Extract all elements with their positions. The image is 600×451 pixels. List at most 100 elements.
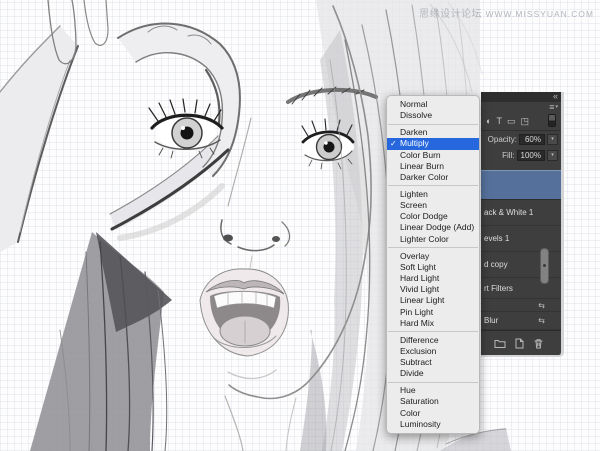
fill-value[interactable]: 100% [517,150,545,161]
fill-row: Fill: 100% ▾ [481,147,561,163]
menu-item-multiply[interactable]: ✓Multiply [387,138,479,149]
panel-menu-arrow-icon: ▾ [555,103,558,111]
delete-layer-icon[interactable] [533,338,544,349]
menu-item-overlay[interactable]: Overlay [387,251,479,262]
menu-item-dissolve[interactable]: Dissolve [387,110,479,121]
blend-mode-menu: NormalDissolveDarken✓MultiplyColor BurnL… [386,95,480,434]
menu-item-label: Overlay [400,251,429,261]
opacity-value[interactable]: 60% [519,134,545,145]
menu-item-hard-mix[interactable]: Hard Mix [387,318,479,329]
menu-item-label: Soft Light [400,262,436,272]
menu-item-darker-color[interactable]: Darker Color [387,172,479,183]
menu-item-label: Divide [400,368,424,378]
menu-item-label: Color [400,408,420,418]
menu-item-difference[interactable]: Difference [387,335,479,346]
filter-blend-icon[interactable]: ⇆ [538,316,545,325]
filter-toggle[interactable] [548,114,556,127]
opacity-dropdown-icon[interactable]: ▾ [547,134,558,145]
new-group-icon[interactable] [494,338,506,349]
menu-item-label: Linear Burn [400,161,444,171]
menu-item-label: Subtract [400,357,432,367]
menu-item-linear-burn[interactable]: Linear Burn [387,161,479,172]
menu-item-color-dodge[interactable]: Color Dodge [387,211,479,222]
layer-name: evels 1 [484,234,509,243]
menu-item-label: Lighter Color [400,234,449,244]
photoshop-canvas: 思缘设计论坛 WWW.MISSYUAN.COM « ≡ ▾ ◐ T ▭ ◳ Opaci… [0,0,600,451]
menu-item-exclusion[interactable]: Exclusion [387,346,479,357]
panel-menu-row: ≡ ▾ [481,102,561,111]
collapse-panels-icon[interactable]: « [553,91,558,101]
menu-item-label: Hue [400,385,416,395]
menu-item-label: Linear Dodge (Add) [400,222,474,232]
layer-name: d copy [484,260,508,269]
menu-item-linear-light[interactable]: Linear Light [387,295,479,306]
menu-item-label: Exclusion [400,346,436,356]
menu-item-label: Hard Light [400,273,439,283]
menu-item-label: Darken [400,127,427,137]
layer-row-evels-1[interactable]: evels 1 [481,226,561,252]
shape-layers-filter-icon[interactable]: ▭ [507,116,516,126]
menu-item-darken[interactable]: Darken [387,127,479,138]
new-layer-icon[interactable] [514,338,525,349]
menu-separator [388,124,478,125]
menu-separator [388,382,478,383]
layer-row-ack-white-1[interactable]: ack & White 1 [481,200,561,226]
menu-item-normal[interactable]: Normal [387,99,479,110]
menu-item-screen[interactable]: Screen [387,200,479,211]
menu-item-linear-dodge-add[interactable]: Linear Dodge (Add) [387,222,479,233]
menu-item-label: Dissolve [400,110,432,120]
menu-item-label: Lighten [400,189,428,199]
menu-separator [388,247,478,248]
layer-row-d-copy[interactable]: d copy◔ [481,252,561,278]
menu-item-label: Multiply [400,138,429,148]
menu-item-luminosity[interactable]: Luminosity [387,419,479,430]
fill-dropdown-icon[interactable]: ▾ [547,150,558,161]
menu-item-saturation[interactable]: Saturation [387,396,479,407]
watermark-site-name: 思缘设计论坛 [419,9,482,20]
menu-item-label: Color Dodge [400,211,448,221]
menu-item-label: Normal [400,99,427,109]
smart-objects-filter-icon[interactable]: ◳ [520,116,529,126]
opacity-label: Opacity: [488,135,517,144]
menu-item-hue[interactable]: Hue [387,385,479,396]
menu-item-label: Vivid Light [400,284,439,294]
watermark-site-url: WWW.MISSYUAN.COM [485,9,594,19]
menu-item-hard-light[interactable]: Hard Light [387,273,479,284]
menu-item-label: Luminosity [400,419,441,429]
layer-name: Blur [484,316,498,325]
type-layers-filter-icon[interactable]: T [496,116,502,126]
menu-item-lighter-color[interactable]: Lighter Color [387,234,479,245]
watermark: 思缘设计论坛 WWW.MISSYUAN.COM [419,5,594,20]
fill-label: Fill: [502,151,514,160]
panel-menu-icon[interactable]: ≡ [549,103,554,111]
menu-item-color[interactable]: Color [387,408,479,419]
layer-row-sub[interactable]: ⇆ [481,299,561,312]
filter-blend-icon[interactable]: ⇆ [538,301,545,310]
menu-separator [388,331,478,332]
menu-item-label: Pin Light [400,307,433,317]
menu-item-vivid-light[interactable]: Vivid Light [387,284,479,295]
menu-item-label: Screen [400,200,427,210]
layer-name: rt Filters [484,284,513,293]
layer-filter-row: ◐ T ▭ ◳ [481,111,561,131]
menu-item-divide[interactable]: Divide [387,368,479,379]
menu-separator [388,185,478,186]
menu-item-label: Hard Mix [400,318,434,328]
menu-item-label: Darker Color [400,172,448,182]
menu-item-pin-light[interactable]: Pin Light [387,307,479,318]
menu-item-soft-light[interactable]: Soft Light [387,262,479,273]
menu-item-label: Color Burn [400,150,441,160]
menu-item-lighten[interactable]: Lighten [387,189,479,200]
layer-row-rt-filters[interactable]: rt Filters [481,278,561,299]
menu-item-color-burn[interactable]: Color Burn [387,150,479,161]
menu-item-label: Linear Light [400,295,444,305]
layers-scrollbar[interactable] [540,248,549,284]
layer-row-selected[interactable] [481,170,561,200]
opacity-row: Opacity: 60% ▾ [481,131,561,147]
adjustment-layers-filter-icon[interactable]: ◐ [486,116,491,126]
layers-panel: « ≡ ▾ ◐ T ▭ ◳ Opacity: 60% ▾ Fill: 100% ▾ a… [481,92,564,357]
checkmark-icon: ✓ [390,138,397,149]
layer-row-blur[interactable]: Blur ⇆ [481,312,561,330]
panel-bottom-toolbar [481,330,561,355]
menu-item-subtract[interactable]: Subtract [387,357,479,368]
